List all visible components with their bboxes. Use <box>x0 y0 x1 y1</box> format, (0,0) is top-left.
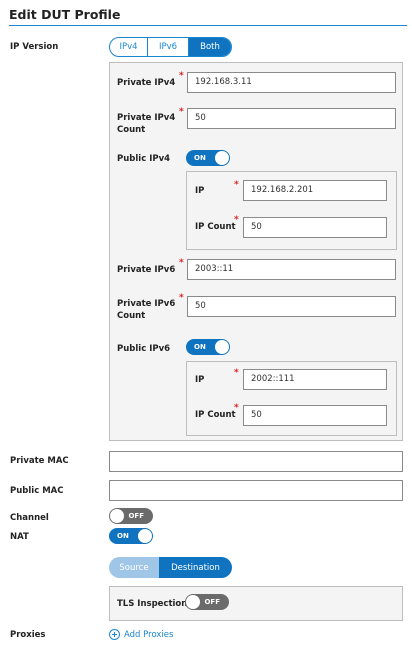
nat-mode-destination-option[interactable]: Destination <box>159 557 232 578</box>
public-ipv6-count-label: IP Count <box>195 410 236 420</box>
public-ipv6-label: Public IPv6 <box>117 344 171 354</box>
tls-inspection-label: TLS Inspection <box>117 599 188 609</box>
page-title: Edit DUT Profile <box>9 7 121 22</box>
ip-version-ipv4-option[interactable]: IPv4 <box>110 38 148 56</box>
add-proxies-link[interactable]: Add Proxies <box>109 629 173 640</box>
private-ipv6-input[interactable]: 2003::11 <box>187 259 396 280</box>
public-ipv6-ip-label: IP <box>195 375 205 385</box>
public-ipv4-label: Public IPv4 <box>117 154 171 164</box>
public-ipv6-toggle[interactable]: ON <box>186 339 230 355</box>
public-ipv6-ip-input[interactable]: 2002::111 <box>243 369 387 390</box>
channel-label: Channel <box>10 513 49 523</box>
proxies-label: Proxies <box>10 630 46 640</box>
ip-version-selector: IPv4 IPv6 Both <box>109 37 232 57</box>
required-marker: * <box>179 71 184 81</box>
ip-version-both-option[interactable]: Both <box>189 38 231 56</box>
public-mac-input[interactable] <box>109 480 403 501</box>
private-ipv6-label: Private IPv6 <box>117 265 176 275</box>
add-circle-icon <box>109 629 120 640</box>
required-marker: * <box>179 258 184 268</box>
private-ipv6-count-label: Private IPv6 Count <box>117 299 176 321</box>
nat-mode-source-option[interactable]: Source <box>109 557 159 578</box>
required-marker: * <box>234 368 239 378</box>
private-ipv6-count-input[interactable]: 50 <box>187 296 396 317</box>
channel-toggle[interactable]: OFF <box>109 508 153 524</box>
private-ipv4-count-label: Private IPv4 Count <box>117 113 176 135</box>
required-marker: * <box>234 403 239 413</box>
private-mac-label: Private MAC <box>10 456 69 466</box>
public-ipv4-ip-input[interactable]: 192.168.2.201 <box>243 180 387 201</box>
private-ipv4-input[interactable]: 192.168.3.11 <box>187 72 396 93</box>
title-divider <box>9 25 407 26</box>
public-ipv6-count-input[interactable]: 50 <box>243 405 387 426</box>
public-mac-label: Public MAC <box>10 486 64 496</box>
add-proxies-label: Add Proxies <box>124 629 174 640</box>
tls-inspection-toggle[interactable]: OFF <box>185 594 229 610</box>
private-ipv4-label: Private IPv4 <box>117 78 176 88</box>
public-ipv4-count-input[interactable]: 50 <box>243 217 387 238</box>
private-ipv4-count-input[interactable]: 50 <box>187 108 396 129</box>
required-marker: * <box>234 180 239 190</box>
required-marker: * <box>179 293 184 303</box>
required-marker: * <box>179 107 184 117</box>
public-ipv4-toggle[interactable]: ON <box>186 150 230 166</box>
nat-label: NAT <box>10 532 29 542</box>
ip-version-label: IP Version <box>10 42 59 52</box>
nat-toggle[interactable]: ON <box>109 528 153 544</box>
ip-version-ipv6-option[interactable]: IPv6 <box>148 38 189 56</box>
private-mac-input[interactable] <box>109 451 403 472</box>
public-ipv4-ip-label: IP <box>195 186 205 196</box>
required-marker: * <box>234 215 239 225</box>
nat-mode-selector: Source Destination <box>109 557 232 578</box>
public-ipv4-count-label: IP Count <box>195 222 236 232</box>
